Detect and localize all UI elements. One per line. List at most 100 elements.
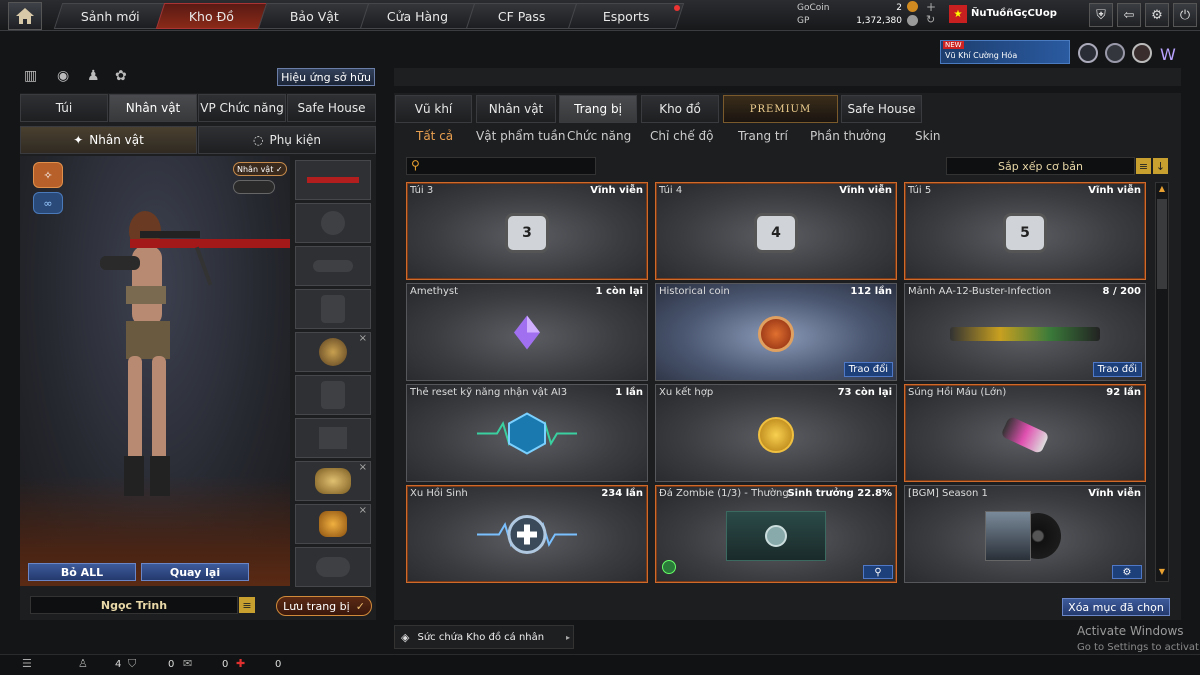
revive-coin-icon	[477, 512, 577, 559]
home-button[interactable]	[8, 2, 42, 30]
slot-accessory-1[interactable]: ×	[295, 461, 371, 501]
refresh-icon[interactable]: ↻	[926, 13, 935, 26]
event-icon-1[interactable]	[1078, 43, 1098, 63]
tab-safe-house-right[interactable]: Safe House	[841, 95, 922, 123]
tab-kho-do[interactable]: Kho đồ	[641, 95, 719, 123]
gear-icon[interactable]: ⚙	[1145, 3, 1169, 27]
character-name-field[interactable]: Ngọc Trinh	[30, 596, 238, 614]
settings-button[interactable]: ⚙	[1112, 565, 1142, 579]
shield-icon[interactable]: ⛨	[1089, 3, 1113, 27]
subtab-chuc-nang[interactable]: Chức năng	[567, 129, 631, 143]
search-input[interactable]	[427, 159, 592, 173]
power-icon[interactable]: ⏻	[1173, 3, 1197, 27]
subtab-phan-thuong[interactable]: Phần thưởng	[810, 129, 886, 143]
add-gocoin-icon[interactable]: +	[926, 0, 936, 14]
capacity-bar[interactable]: ◈ Sức chứa Kho đồ cá nhân ▸	[394, 625, 574, 649]
exchange-button[interactable]: Trao đổi	[843, 362, 893, 377]
sort-direction-icon[interactable]: ↓	[1153, 158, 1168, 174]
bag-4-icon: 4	[754, 212, 798, 253]
close-icon[interactable]: ×	[359, 505, 367, 516]
item-card[interactable]: Xu Hồi Sinh 234 lần	[406, 485, 648, 583]
tab-safe-house-left[interactable]: Safe House	[287, 94, 376, 122]
event-icon-4[interactable]: W	[1160, 45, 1176, 64]
exchange-button[interactable]: Trao đổi	[1092, 362, 1142, 377]
effect-owned-button[interactable]: Hiệu ứng sở hữu	[277, 68, 375, 86]
scrollbar[interactable]: ▲ ▼	[1155, 182, 1169, 582]
item-card[interactable]: Túi 3 Vĩnh viễn 3	[406, 182, 648, 280]
nav-tab-cf-pass[interactable]: CF Pass	[465, 3, 579, 29]
tab-nhan-vat-left[interactable]: Nhân vật	[109, 94, 197, 122]
gold-ornament-icon	[315, 468, 351, 494]
ranking-icon[interactable]: ▥	[24, 68, 37, 84]
tab-premium[interactable]: PREMIUM	[723, 95, 838, 123]
tab-nhan-vat-right[interactable]: Nhân vật	[476, 95, 556, 123]
subtab-nhan-vat[interactable]: ✦ Nhân vật	[20, 126, 197, 154]
scroll-down-icon[interactable]: ▼	[1157, 567, 1167, 579]
slot-backpack[interactable]	[295, 375, 371, 415]
item-card[interactable]: Thẻ reset kỹ năng nhận vật AI3 1 lần	[406, 384, 648, 482]
item-card[interactable]: Amethyst 1 còn lại	[406, 283, 648, 381]
subtab-vat-pham-tuan[interactable]: Vật phẩm tuần	[476, 129, 565, 143]
list-icon[interactable]: ☰	[22, 657, 32, 670]
close-icon[interactable]: ×	[359, 333, 367, 344]
nav-tab-sanh-moi[interactable]: Sảnh mới	[53, 3, 167, 29]
item-card[interactable]: Mảnh AA-12-Buster-Infection 8 / 200 Trao …	[904, 283, 1146, 381]
subtab-phu-kien[interactable]: ◌ Phụ kiện	[198, 126, 376, 154]
tab-trang-bi[interactable]: Trang bị	[559, 95, 637, 123]
nav-tab-bao-vat[interactable]: Bảo Vật	[257, 3, 371, 29]
sort-menu-icon[interactable]: ≡	[1136, 158, 1151, 174]
exit-icon[interactable]: ⇦	[1117, 3, 1141, 27]
slot-emblem[interactable]: ×	[295, 332, 371, 372]
character-tag[interactable]: Nhân vật ✓	[233, 162, 287, 176]
tab-tui[interactable]: Túi	[20, 94, 108, 122]
pet-icon[interactable]: ✿	[115, 68, 127, 84]
close-icon[interactable]: ×	[359, 462, 367, 473]
username[interactable]: ÑuTuồñGçCUop	[971, 8, 1057, 19]
character-icon[interactable]: ♟	[87, 68, 100, 84]
save-equipment-button[interactable]: Lưu trang bị ✓	[276, 596, 372, 616]
clan-icon[interactable]: ⛉	[128, 657, 136, 671]
item-card[interactable]: Xu kết hợp 73 còn lại	[655, 384, 897, 482]
dragon-icon[interactable]: ✧	[33, 162, 63, 188]
item-card[interactable]: Túi 4 Vĩnh viễn 4	[655, 182, 897, 280]
item-card[interactable]: Đá Zombie (1/3) - Thường Sinh trưởng 22.8…	[655, 485, 897, 583]
delete-selected-button[interactable]: Xóa mục đã chọn	[1062, 598, 1170, 616]
nav-tab-esports[interactable]: Esports	[567, 3, 685, 29]
item-card[interactable]: Súng Hồi Máu (Lớn) 92 lần	[904, 384, 1146, 482]
slot-spray[interactable]	[295, 547, 371, 587]
nav-tab-kho-do[interactable]: Kho Đồ	[155, 3, 269, 29]
event-icon-2[interactable]	[1105, 43, 1125, 63]
view-icon[interactable]: ◉	[57, 68, 69, 84]
friends-icon[interactable]: ♙	[78, 657, 88, 670]
back-button[interactable]: Quay lại	[141, 563, 249, 581]
slot-accessory-2[interactable]: ×	[295, 504, 371, 544]
scroll-thumb[interactable]	[1157, 199, 1167, 289]
event-icon-3[interactable]	[1132, 43, 1152, 63]
nav-tab-cua-hang[interactable]: Cửa Hàng	[359, 3, 477, 29]
menu-icon[interactable]: ≡	[239, 597, 255, 613]
weapon-upgrade-banner[interactable]: NEW Vũ Khí Cường Hóa	[940, 40, 1070, 64]
item-card[interactable]: Historical coin 112 lần Trao đổi	[655, 283, 897, 381]
item-card[interactable]: Túi 5 Vĩnh viễn 5	[904, 182, 1146, 280]
subtab-chi-che-do[interactable]: Chỉ chế độ	[650, 129, 714, 143]
subtab-trang-tri[interactable]: Trang trí	[738, 129, 788, 143]
tab-vu-khi[interactable]: Vũ khí	[395, 95, 472, 123]
slot-vest[interactable]	[295, 289, 371, 329]
chat-icon[interactable]: ✉	[183, 657, 192, 670]
item-card[interactable]: [BGM] Season 1 Vĩnh viễn ⚙	[904, 485, 1146, 583]
tab-vp-chuc-nang[interactable]: VP Chức năng	[198, 94, 286, 122]
sort-dropdown[interactable]: Sắp xếp cơ bản	[946, 157, 1135, 175]
scroll-up-icon[interactable]: ▲	[1157, 184, 1167, 196]
subtab-tat-ca[interactable]: Tất cả	[416, 129, 453, 143]
slot-head[interactable]	[295, 203, 371, 243]
subtab-skin[interactable]: Skin	[915, 129, 941, 143]
remove-all-button[interactable]: Bỏ ALL	[28, 563, 136, 581]
slot-belt[interactable]	[295, 418, 371, 458]
gift-icon[interactable]: ✚	[236, 657, 245, 670]
slot-glasses[interactable]	[295, 246, 371, 286]
bag-3-icon: 3	[505, 212, 549, 253]
toggle-tag[interactable]	[233, 180, 275, 194]
mask-icon[interactable]: ∞	[33, 192, 63, 214]
slot-weapon[interactable]	[295, 160, 371, 200]
search-detail-button[interactable]: ⚲	[863, 565, 893, 579]
